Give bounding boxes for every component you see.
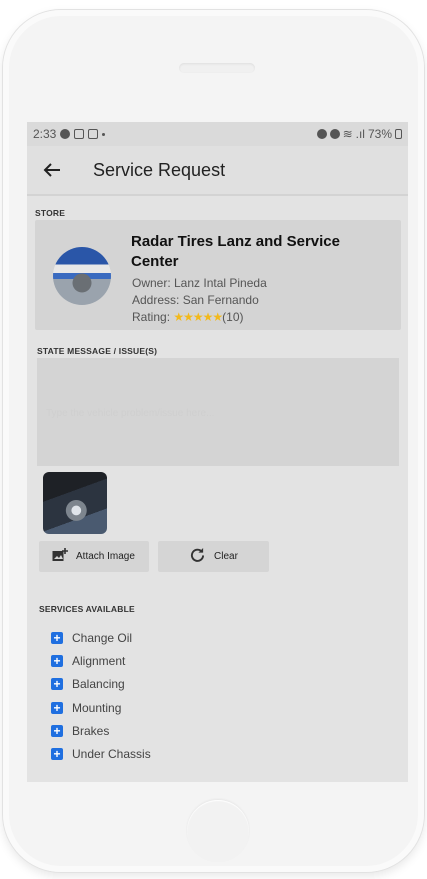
app-bar: Service Request <box>27 146 408 196</box>
issue-section-label: STATE MESSAGE / ISSUE(S) <box>37 346 158 356</box>
store-name: Radar Tires Lanz and Service Center <box>131 233 340 270</box>
speaker-grille <box>179 63 255 73</box>
store-address: Address: San Fernando <box>132 293 259 307</box>
plus-icon: + <box>51 654 63 667</box>
service-label: Balancing <box>72 677 125 692</box>
signal-icon: .ıl <box>355 127 365 141</box>
store-avatar <box>53 247 111 305</box>
app-screen: 2:33 ≋ .ıl 73% Service Request STORE Rad… <box>27 122 408 782</box>
service-item-brakes[interactable]: + Brakes <box>51 719 151 742</box>
wifi-icon: ≋ <box>342 127 353 141</box>
store-owner: Owner: Lanz Intal Pineda <box>132 276 267 290</box>
plus-icon: + <box>51 701 63 714</box>
services-section-label: SERVICES AVAILABLE <box>39 604 135 614</box>
location-icon <box>329 129 340 139</box>
home-button[interactable] <box>187 800 249 862</box>
alarm-icon <box>316 129 327 139</box>
service-label: Under Chassis <box>72 747 151 762</box>
service-label: Change Oil <box>72 630 133 645</box>
service-item-alignment[interactable]: + Alignment <box>51 649 151 672</box>
rating-stars-icon: ★★★★★ <box>173 310 223 324</box>
battery-icon <box>395 129 402 139</box>
status-bar: 2:33 ≋ .ıl 73% <box>27 122 408 146</box>
attached-image-thumbnail[interactable] <box>43 472 107 534</box>
notification-icon <box>60 129 71 139</box>
more-dot-icon <box>102 132 106 136</box>
status-time: 2:33 <box>33 127 57 141</box>
add-photo-icon <box>52 547 68 566</box>
attach-image-button[interactable]: Attach Image <box>39 541 149 572</box>
plus-icon: + <box>51 678 63 691</box>
plus-icon: + <box>51 724 63 737</box>
rating-label: Rating: <box>132 310 171 324</box>
page-title: Service Request <box>93 159 226 180</box>
clear-label: Clear <box>214 551 238 562</box>
service-item-balancing[interactable]: + Balancing <box>51 673 151 696</box>
plus-icon: + <box>51 631 63 644</box>
service-item-change-oil[interactable]: + Change Oil <box>51 626 151 649</box>
store-rating: Rating: ★★★★★(10) <box>132 310 244 324</box>
phone-frame: 2:33 ≋ .ıl 73% Service Request STORE Rad… <box>3 10 424 872</box>
attach-image-label: Attach Image <box>76 551 135 562</box>
plus-icon: + <box>51 748 63 761</box>
refresh-icon <box>190 547 205 566</box>
store-section-label: STORE <box>35 208 66 218</box>
issue-placeholder: Type the vehicle problem/issue here... <box>46 408 215 419</box>
camera-icon <box>88 129 99 139</box>
service-label: Brakes <box>72 723 110 738</box>
rating-count: (10) <box>222 310 244 324</box>
services-list: + Change Oil + Alignment + Balancing + M… <box>51 626 151 766</box>
service-label: Alignment <box>72 653 126 668</box>
service-label: Mounting <box>72 700 122 715</box>
gallery-icon <box>74 129 85 139</box>
store-card[interactable]: Radar Tires Lanz and Service Center Owne… <box>35 220 401 330</box>
clear-button[interactable]: Clear <box>158 541 269 572</box>
service-item-under-chassis[interactable]: + Under Chassis <box>51 742 151 765</box>
battery-level: 73% <box>367 127 392 141</box>
arrow-left-icon[interactable] <box>27 145 77 195</box>
service-item-mounting[interactable]: + Mounting <box>51 696 151 719</box>
